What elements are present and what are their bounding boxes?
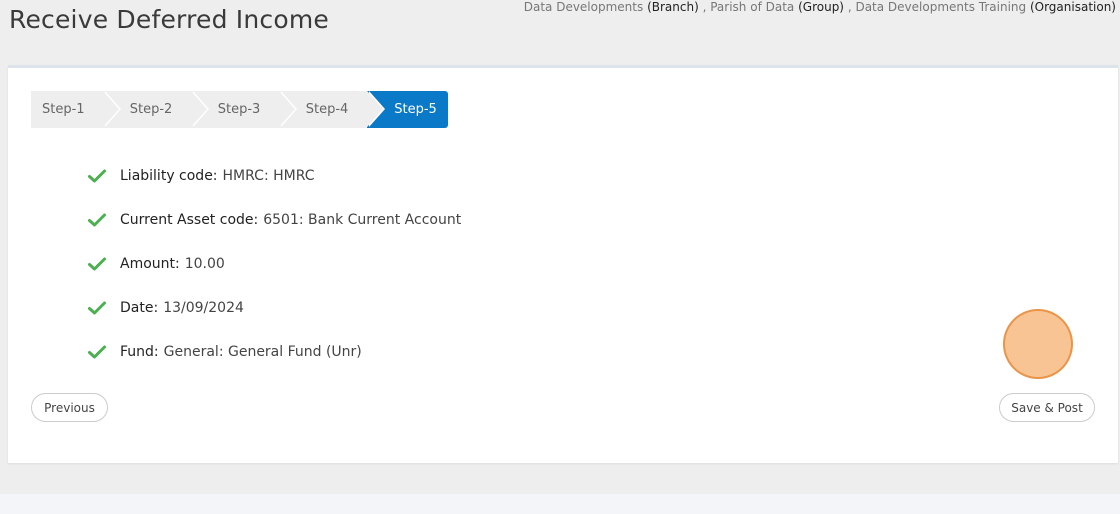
step-label: Step-2: [129, 102, 173, 117]
save-and-post-button[interactable]: Save & Post: [999, 393, 1095, 422]
summary-item-fund: Fund: General: General Fund (Unr): [88, 330, 461, 374]
check-icon: [88, 213, 106, 227]
summary-label: Current Asset code:: [120, 212, 259, 228]
step-label: Step-3: [217, 102, 261, 117]
summary-list: Liability code: HMRC: HMRC Current Asset…: [88, 154, 461, 374]
step-progress: Step-1 Step-2 Step-3 Step-4 Step-5: [31, 91, 448, 128]
context-group-name: Parish of Data: [710, 0, 795, 14]
check-icon: [88, 301, 106, 315]
summary-item-liability-code: Liability code: HMRC: HMRC: [88, 154, 461, 198]
summary-label: Liability code:: [120, 168, 218, 184]
context-branch-name: Data Developments: [523, 0, 644, 14]
check-icon: [88, 345, 106, 359]
summary-item-current-asset-code: Current Asset code: 6501: Bank Current A…: [88, 198, 461, 242]
summary-label: Date:: [120, 300, 159, 316]
summary-value: 6501: Bank Current Account: [263, 212, 462, 228]
summary-value: HMRC: HMRC: [222, 168, 315, 184]
summary-value: 10.00: [184, 256, 225, 272]
summary-label: Amount:: [120, 256, 180, 272]
page: Receive Deferred Income Data Development…: [0, 0, 1120, 514]
step-label: Step-5: [394, 102, 437, 117]
wizard-card: Step-1 Step-2 Step-3 Step-4 Step-5 Liabi…: [8, 65, 1118, 463]
context-branch-type: (Branch): [647, 0, 699, 14]
page-title: Receive Deferred Income: [9, 5, 329, 34]
context-separator: ,: [844, 0, 856, 14]
step-1-tab[interactable]: Step-1: [31, 91, 121, 128]
context-separator: ,: [698, 0, 711, 14]
summary-value: General: General Fund (Unr): [163, 344, 362, 360]
step-label: Step-4: [305, 102, 349, 117]
context-organisation-type: (Organisation): [1029, 0, 1116, 14]
footer-strip: [0, 494, 1120, 514]
summary-value: 13/09/2024: [163, 300, 244, 316]
summary-item-date: Date: 13/09/2024: [88, 286, 461, 330]
context-organisation-name: Data Developments Training: [855, 0, 1027, 14]
summary-label: Fund:: [120, 344, 159, 360]
context-group-type: (Group): [798, 0, 844, 14]
previous-button[interactable]: Previous: [31, 393, 108, 422]
check-icon: [88, 169, 106, 183]
check-icon: [88, 257, 106, 271]
summary-item-amount: Amount: 10.00: [88, 242, 461, 286]
step-label: Step-1: [42, 102, 85, 117]
organisation-context: Data Developments (Branch) , Parish of D…: [524, 0, 1116, 14]
